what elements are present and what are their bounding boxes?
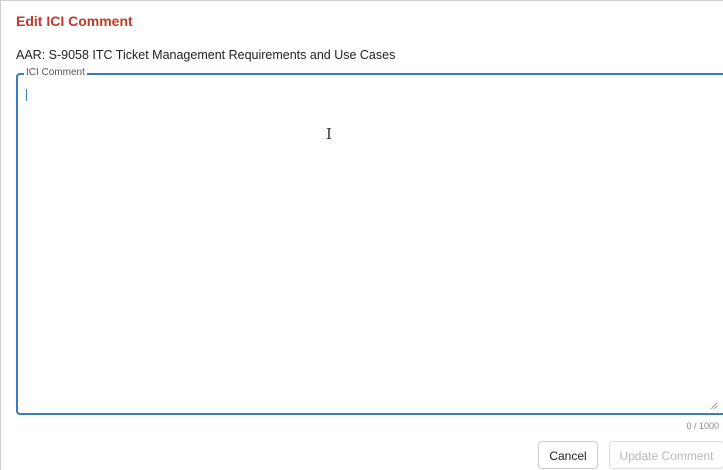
ibeam-cursor-icon: I bbox=[326, 125, 332, 143]
update-comment-button[interactable]: Update Comment bbox=[609, 441, 723, 469]
character-counter: 0 / 1000 bbox=[686, 421, 719, 431]
dialog-title: Edit ICI Comment bbox=[16, 13, 133, 29]
edit-comment-dialog: Edit ICI Comment AAR: S-9058 ITC Ticket … bbox=[0, 0, 723, 470]
text-caret bbox=[26, 89, 27, 101]
cancel-button[interactable]: Cancel bbox=[538, 441, 598, 469]
dialog-subtitle: AAR: S-9058 ITC Ticket Management Requir… bbox=[16, 48, 396, 62]
ici-comment-textarea[interactable]: ICI Comment I bbox=[16, 67, 723, 415]
ici-comment-label: ICI Comment bbox=[24, 67, 87, 78]
resize-handle-icon[interactable] bbox=[709, 401, 717, 409]
